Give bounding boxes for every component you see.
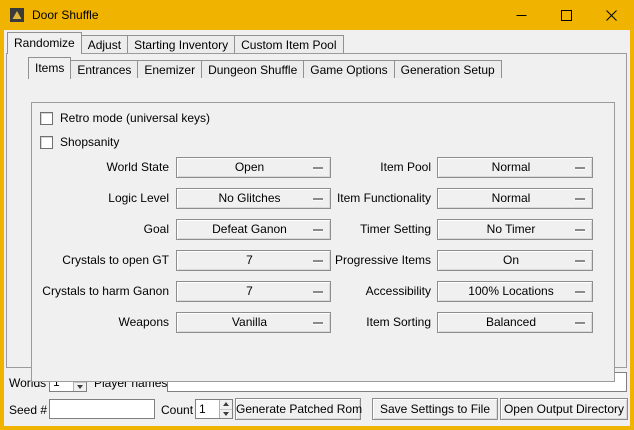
spin-arrows [219,400,232,418]
save-settings-button[interactable]: Save Settings to File [372,398,498,420]
crystals-open-gt-label: Crystals to open GT [32,250,169,271]
tab-starting-inventory[interactable]: Starting Inventory [127,35,235,53]
option-row: Weapons Vanilla Item Sorting Balanced [32,312,616,333]
dropdown-value: 100% Locations [438,282,592,301]
checkbox-icon[interactable] [40,136,53,149]
minimize-button[interactable] [499,0,544,30]
tab-randomize[interactable]: Randomize [7,32,82,54]
option-row: Crystals to open GT 7 Progressive Items … [32,250,616,271]
logic-level-label: Logic Level [32,188,169,209]
window-controls [499,0,634,30]
tab-adjust[interactable]: Adjust [81,35,128,53]
sub-tab-bar: Items Entrances Enemizer Dungeon Shuffle… [28,57,501,78]
checkbox-label: Retro mode (universal keys) [60,111,210,125]
item-pool-dropdown[interactable]: Normal [437,157,593,178]
checkbox-icon[interactable] [40,112,53,125]
item-pool-label: Item Pool [284,157,431,178]
menu-indicator-icon [575,229,585,231]
seed-entry[interactable] [49,399,155,419]
randomize-tab-pane: Retro mode (universal keys) Shopsanity W… [6,53,627,368]
spin-down-icon[interactable] [74,382,86,392]
dropdown-value: No Timer [438,220,592,239]
shopsanity-checkbox[interactable]: Shopsanity [40,134,119,150]
menu-indicator-icon [575,260,585,262]
count-spinbox[interactable] [195,399,233,419]
option-row: Goal Defeat Ganon Timer Setting No Timer [32,219,616,240]
item-sorting-dropdown[interactable]: Balanced [437,312,593,333]
timer-setting-label: Timer Setting [284,219,431,240]
dropdown-value: Normal [438,158,592,177]
tab-enemizer[interactable]: Enemizer [137,60,202,78]
seed-input[interactable] [50,400,154,418]
window-title: Door Shuffle [32,8,99,22]
option-row: Logic Level No Glitches Item Functionali… [32,188,616,209]
items-tab-pane: Retro mode (universal keys) Shopsanity W… [31,102,615,382]
accessibility-label: Accessibility [284,281,431,302]
item-functionality-dropdown[interactable]: Normal [437,188,593,209]
main-tab-bar: Randomize Adjust Starting Inventory Cust… [7,32,343,53]
client-area: Randomize Adjust Starting Inventory Cust… [4,30,630,426]
dropdown-value: Normal [438,189,592,208]
world-state-label: World State [32,157,169,178]
open-output-directory-button[interactable]: Open Output Directory [500,398,628,420]
tab-custom-item-pool[interactable]: Custom Item Pool [234,35,343,53]
seed-label: Seed # [9,403,47,417]
crystals-harm-ganon-label: Crystals to harm Ganon [32,281,169,302]
progressive-items-dropdown[interactable]: On [437,250,593,271]
option-row: Crystals to harm Ganon 7 Accessibility 1… [32,281,616,302]
dropdown-value: On [438,251,592,270]
count-label: Count [161,403,193,417]
app-icon [9,7,25,23]
goal-label: Goal [32,219,169,240]
tab-dungeon-shuffle[interactable]: Dungeon Shuffle [201,60,304,78]
retro-mode-checkbox[interactable]: Retro mode (universal keys) [40,110,210,126]
option-row: World State Open Item Pool Normal [32,157,616,178]
weapons-label: Weapons [32,312,169,333]
generate-patched-rom-button[interactable]: Generate Patched Rom [235,398,361,420]
tab-entrances[interactable]: Entrances [70,60,138,78]
accessibility-dropdown[interactable]: 100% Locations [437,281,593,302]
close-button[interactable] [589,0,634,30]
spin-down-icon[interactable] [220,409,232,419]
item-sorting-label: Item Sorting [284,312,431,333]
menu-indicator-icon [575,167,585,169]
menu-indicator-icon [575,291,585,293]
app-window: Door Shuffle Randomize Adjust Starting I… [0,0,634,430]
checkbox-label: Shopsanity [60,135,119,149]
menu-indicator-icon [575,198,585,200]
item-functionality-label: Item Functionality [284,188,431,209]
menu-indicator-icon [575,322,585,324]
progressive-items-label: Progressive Items [284,250,431,271]
dropdown-value: Balanced [438,313,592,332]
tab-items[interactable]: Items [28,57,71,79]
tab-generation-setup[interactable]: Generation Setup [394,60,502,78]
tab-game-options[interactable]: Game Options [303,60,394,78]
count-input[interactable] [196,400,218,418]
timer-setting-dropdown[interactable]: No Timer [437,219,593,240]
maximize-button[interactable] [544,0,589,30]
spin-up-icon[interactable] [220,400,232,409]
titlebar[interactable]: Door Shuffle [0,0,634,30]
